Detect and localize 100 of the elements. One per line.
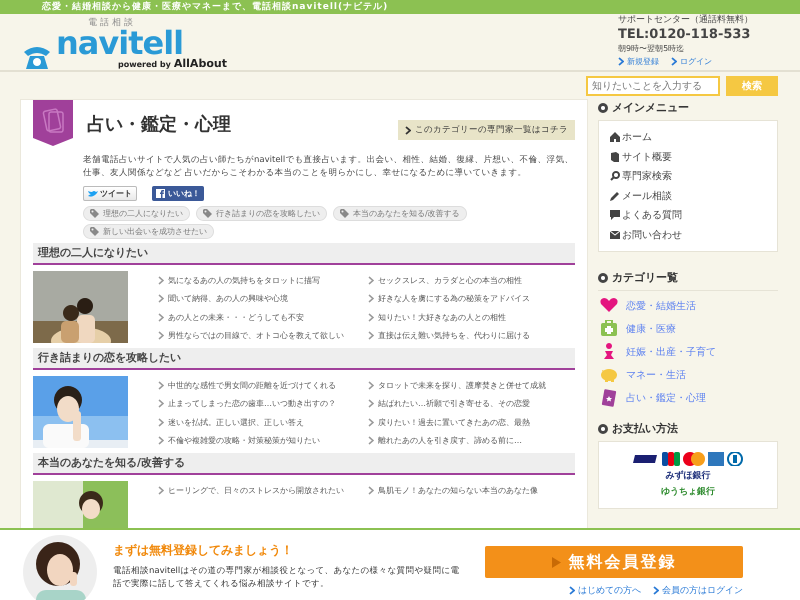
book-icon: [610, 152, 620, 162]
topic-link[interactable]: セックスレス、カラダと心の本当の相性: [368, 273, 578, 287]
expert-list-button[interactable]: このカテゴリーの専門家一覧はコチラ: [398, 120, 575, 140]
chevron-icon: [158, 294, 164, 303]
circle-icon: [598, 272, 608, 282]
chevron-icon: [158, 312, 164, 322]
tag-chip[interactable]: 理想の二人になりたい: [83, 206, 190, 221]
tag-icon: [90, 209, 99, 218]
phone-number: TEL:0120-118-533: [618, 26, 752, 43]
category-description: 老舗電話占いサイトで人気の占い師たちがnavitellでも直接占います。出会い、相性、結婚、復縁、片想い、不倫、浮気、仕事、友人関係などなど 占いだからこそわかる本当のことを明らかにし、幸せになるために導いていきます。: [83, 154, 574, 180]
sidebar-heading: メインメニュー: [612, 100, 689, 115]
chevron-icon: [158, 436, 164, 445]
bank-name: ゆうちょ銀行: [661, 486, 715, 498]
piggy-bank-icon: [600, 366, 618, 384]
category-ribbon-icon: [33, 100, 73, 146]
menu-item[interactable]: 専門家検索: [610, 168, 767, 184]
chevron-icon: [671, 57, 677, 66]
chevron-icon: [158, 418, 164, 426]
menu-item[interactable]: サイト概要: [610, 148, 767, 165]
topic-link[interactable]: 好きな人を虜にする為の秘策をアドバイス: [368, 292, 578, 306]
chevron-icon: [618, 57, 624, 66]
topic-link[interactable]: あの人との未来・・・どうしても不安: [158, 310, 368, 324]
support-title: サポートセンター（通話料無料）: [618, 15, 754, 26]
play-icon: [552, 556, 560, 568]
card-brand-icon: [662, 452, 680, 466]
topic-link[interactable]: 男性ならではの目線で、オトコ心を教えて欲しい: [158, 328, 368, 342]
section-heading: 行き詰まりの恋を攻略したい: [33, 348, 575, 370]
topic-link[interactable]: 直接は伝え難い気持ちを、代わりに届ける: [368, 328, 578, 342]
topic-link[interactable]: 離れたあの人を引き戻す、諦める前に…: [368, 434, 578, 448]
search-icon: [610, 171, 620, 182]
tagline: 恋愛・結婚相談から健康・医療やマネーまで、電話相談navitell(ナビテル): [0, 0, 800, 14]
signup-description: 電話相談navitellはその道の専門家が相談役となって、あなたの様々な質問や疑問に電話で実際に話して答えてくれる悩み相談サイトです。: [113, 565, 460, 591]
home-icon: [610, 132, 620, 142]
topic-link[interactable]: 聞いて納得、あの人の興味や心境: [158, 292, 368, 306]
card-brand-icon: [633, 452, 659, 466]
tag-icon: [203, 209, 212, 218]
chevron-icon: [368, 380, 374, 390]
first-aid-kit-icon: [600, 320, 618, 338]
menu-item[interactable]: よくある質問: [610, 207, 767, 224]
topic-link[interactable]: 戻りたい！過去に置いてきたあの恋、最熱: [368, 415, 578, 429]
chevron-icon: [368, 312, 374, 322]
header-link[interactable]: ログイン: [671, 56, 712, 67]
topic-link[interactable]: 不倫や複雑愛の攻略・対策秘策が知りたい: [158, 434, 368, 448]
topic-link[interactable]: 止まってしまった恋の歯車…いつ動き出すの？: [158, 396, 368, 410]
chevron-icon: [653, 586, 659, 595]
tag-icon: [90, 227, 99, 236]
facebook-icon: [156, 189, 165, 198]
chevron-icon: [368, 399, 374, 408]
sidebar-heading: お支払い方法: [612, 421, 678, 436]
like-button[interactable]: いいね！: [152, 186, 204, 201]
chevron-icon: [158, 276, 164, 284]
footer-link[interactable]: 会員の方はログイン: [653, 584, 743, 597]
signup-heading: まずは無料登録してみましょう！: [113, 542, 294, 559]
topic-link[interactable]: ヒーリングで、日々のストレスから開放されたい: [158, 483, 368, 497]
chevron-icon: [368, 486, 374, 494]
menu-item[interactable]: メール相談: [610, 188, 767, 204]
chevron-icon: [368, 276, 374, 284]
tag-icon: [340, 209, 349, 218]
chevron-icon: [405, 126, 411, 134]
support-hours: 朝9時〜翌朝5時迄: [618, 43, 686, 54]
logo-caption: 電話相談: [88, 16, 136, 29]
card-brand-icon: [708, 452, 724, 466]
section-heading: 理想の二人になりたい: [33, 243, 575, 265]
topic-link[interactable]: 中世的な感性で男女間の距離を近づけてくれる: [158, 378, 368, 392]
brand-wordmark: AllAbout: [174, 57, 227, 70]
page-title: 占い・鑑定・心理: [87, 113, 232, 136]
topic-link[interactable]: 気になるあの人の気持ちをタロットに描写: [158, 273, 368, 287]
chevron-icon: [158, 486, 164, 494]
pencil-icon: [610, 190, 620, 201]
powered-by-text: powered by: [118, 60, 171, 69]
footer-link[interactable]: はじめての方へ: [569, 584, 641, 597]
sidebar-heading: カテゴリー覧: [612, 270, 678, 285]
heart-icon: [600, 297, 618, 315]
chevron-icon: [368, 418, 374, 426]
chevron-icon: [569, 586, 575, 595]
chevron-icon: [158, 331, 164, 340]
bird-icon: [88, 190, 98, 198]
chevron-icon: [368, 331, 374, 340]
bank-name: みずほ銀行: [666, 469, 710, 482]
topic-link[interactable]: 迷いを払拭。正しい選択、正しい答え: [158, 415, 368, 429]
card-icon: [600, 389, 618, 407]
tag-chip[interactable]: 行き詰まりの恋を攻略したい: [196, 206, 327, 221]
tag-chip[interactable]: 新しい出会いを成功させたい: [83, 224, 214, 239]
topic-link[interactable]: 知りたい！大好きなあの人との相性: [368, 310, 578, 324]
chevron-icon: [158, 399, 164, 408]
section-heading: 本当のあなたを知る/改善する: [33, 453, 575, 475]
tweet-button[interactable]: ツイート: [83, 186, 137, 201]
topic-link[interactable]: タロットで未来を探り、護摩焚きと併せて成就: [368, 378, 578, 392]
chevron-icon: [368, 436, 374, 445]
header-link[interactable]: 新規登録: [618, 56, 659, 67]
menu-item[interactable]: ホーム: [610, 129, 767, 146]
topic-link[interactable]: 鳥肌モノ！あなたの知らない本当のあなた像: [368, 483, 578, 497]
search-field[interactable]: 知りたいことを入力する: [586, 76, 720, 96]
card-brand-icon: [727, 452, 743, 466]
chevron-icon: [368, 294, 374, 303]
tag-chip[interactable]: 本当のあなたを知る/改善する: [333, 206, 467, 221]
chevron-icon: [158, 380, 164, 390]
topic-link[interactable]: 結ばれたい…祈願で引き寄せる、その恋愛: [368, 396, 578, 410]
menu-item[interactable]: お問い合わせ: [610, 226, 767, 243]
mail-icon: [610, 230, 620, 240]
